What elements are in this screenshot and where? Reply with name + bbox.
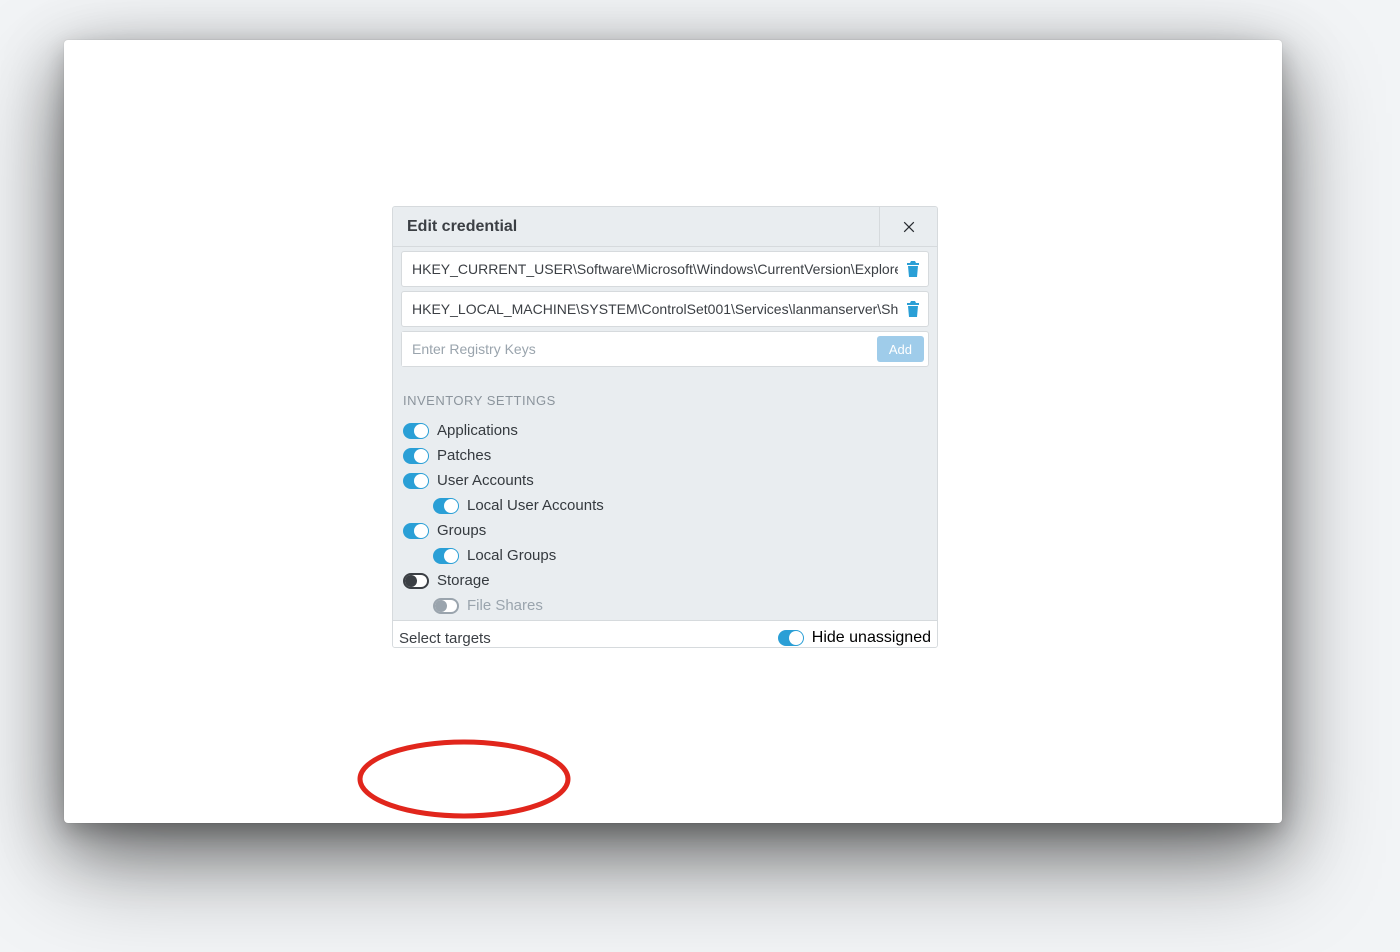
toggle-row-storage: Storage — [397, 568, 933, 593]
toggle-label: File Shares — [467, 597, 543, 614]
toggle-row-patches: Patches — [397, 443, 933, 468]
dialog-header: Edit credential — [393, 207, 937, 247]
edit-credential-dialog: Edit credential HKEY_CURRENT_USER\Softwa… — [392, 206, 938, 648]
toggle-label: Hide unassigned — [812, 629, 931, 647]
applications-toggle[interactable] — [403, 423, 429, 439]
file-shares-toggle[interactable] — [433, 598, 459, 614]
toggle-row-file-shares: File Shares — [397, 593, 933, 618]
local-groups-toggle[interactable] — [433, 548, 459, 564]
storage-toggle[interactable] — [403, 573, 429, 589]
trash-icon — [906, 301, 920, 317]
toggle-label: Local Groups — [467, 547, 556, 564]
delete-registry-key-button[interactable] — [898, 292, 928, 326]
select-targets-label: Select targets — [399, 622, 491, 647]
toggle-label: Groups — [437, 522, 486, 539]
patches-toggle[interactable] — [403, 448, 429, 464]
add-button[interactable]: Add — [877, 336, 924, 362]
inventory-settings-label: INVENTORY SETTINGS — [397, 367, 933, 418]
user-accounts-toggle[interactable] — [403, 473, 429, 489]
trash-icon — [906, 261, 920, 277]
hide-unassigned-toggle[interactable] — [778, 630, 804, 646]
toggle-label: User Accounts — [437, 472, 534, 489]
dialog-footer: Select targets Hide unassigned — [393, 620, 937, 647]
registry-key-input[interactable] — [402, 332, 877, 366]
toggle-row-user-accounts: User Accounts — [397, 468, 933, 493]
toggle-row-applications: Applications — [397, 418, 933, 443]
dialog-title: Edit credential — [393, 218, 517, 236]
registry-key-text[interactable]: HKEY_CURRENT_USER\Software\Microsoft\Win… — [402, 252, 898, 286]
registry-key-row: HKEY_CURRENT_USER\Software\Microsoft\Win… — [401, 251, 929, 287]
toggle-label: Applications — [437, 422, 518, 439]
app-window: Edit credential HKEY_CURRENT_USER\Softwa… — [64, 40, 1282, 823]
groups-toggle[interactable] — [403, 523, 429, 539]
toggle-label: Local User Accounts — [467, 497, 604, 514]
hide-unassigned-wrap: Hide unassigned — [778, 621, 931, 647]
toggle-row-local-groups: Local Groups — [397, 543, 933, 568]
dialog-body: HKEY_CURRENT_USER\Software\Microsoft\Win… — [393, 251, 937, 618]
toggle-row-local-user-accounts: Local User Accounts — [397, 493, 933, 518]
registry-key-row: HKEY_LOCAL_MACHINE\SYSTEM\ControlSet001\… — [401, 291, 929, 327]
close-icon — [902, 220, 916, 234]
highlight-annotation — [356, 738, 572, 820]
toggle-label: Storage — [437, 572, 490, 589]
add-registry-key-row: Add — [401, 331, 929, 367]
toggle-row-groups: Groups — [397, 518, 933, 543]
close-button[interactable] — [879, 207, 937, 247]
toggle-label: Patches — [437, 447, 491, 464]
registry-key-text[interactable]: HKEY_LOCAL_MACHINE\SYSTEM\ControlSet001\… — [402, 292, 898, 326]
delete-registry-key-button[interactable] — [898, 252, 928, 286]
local-user-accounts-toggle[interactable] — [433, 498, 459, 514]
